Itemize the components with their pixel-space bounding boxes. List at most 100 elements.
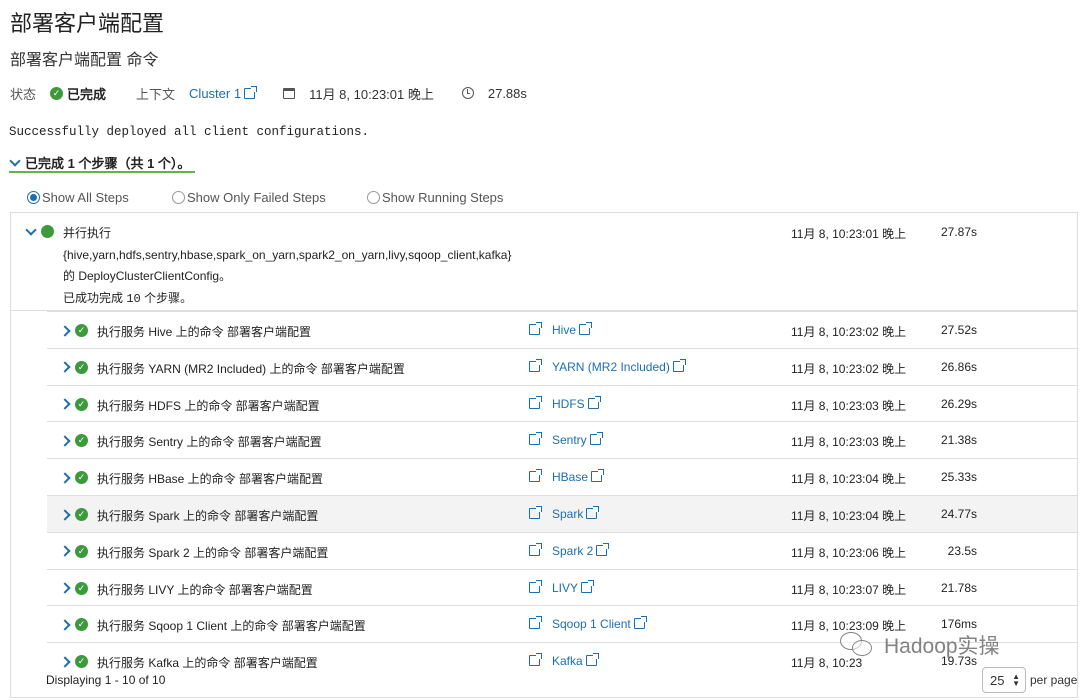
chevron-right-icon[interactable] (59, 324, 71, 337)
external-link-icon (579, 322, 593, 335)
step-description: 执行服务 YARN (MR2 Included) 上的命令 部署客户端配置 (97, 361, 405, 376)
service-link[interactable]: Sqoop 1 Client (552, 616, 647, 631)
external-link-icon (591, 469, 605, 483)
check-circle-icon: ✓ (75, 508, 88, 521)
external-link-icon[interactable] (529, 322, 542, 335)
chevron-right-icon[interactable] (59, 508, 71, 521)
check-circle-icon: ✓ (75, 397, 88, 411)
external-link-icon[interactable] (529, 579, 542, 593)
child-step-row: ✓ 执行服务 HDFS 上的命令 部署客户端配置 HDFS 11月 8, 10:23:… (47, 384, 1077, 422)
parent-step-row: 并行执行 {hive,yarn,hdfs,sentry,hbase,spark_… (11, 213, 1077, 311)
context-link[interactable]: Cluster 1 (189, 85, 258, 101)
child-step-row: ✓ 执行服务 HBase 上的命令 部署客户端配置 HBase 11月 8, 10:2… (47, 458, 1077, 495)
child-step-row: ✓ 执行服务 LIVY 上的命令 部署客户端配置 LIVY 11月 8, 10:23:… (47, 568, 1077, 606)
external-link-icon[interactable] (529, 616, 542, 630)
check-circle-icon: ✓ (75, 471, 88, 485)
radio-unselected[interactable] (367, 191, 380, 204)
step-duration: 21.38s (940, 433, 977, 448)
external-link-icon[interactable] (529, 395, 542, 409)
service-link[interactable]: Spark (552, 506, 600, 521)
page-subtitle: 部署客户端配置 命令 (10, 52, 159, 69)
check-circle-icon: ✓ (75, 655, 88, 669)
chevron-right-icon[interactable] (59, 398, 71, 410)
child-step-row: ✓ 执行服务 YARN (MR2 Included) 上的命令 部署客户端配置 YA… (47, 347, 1077, 385)
watermark: Hadoop实操 (838, 630, 1000, 660)
chevron-right-icon[interactable] (59, 435, 71, 447)
parent-step-description: 并行执行 {hive,yarn,hdfs,sentry,hbase,spark_… (63, 226, 512, 307)
check-circle-icon: ✓ (75, 581, 88, 595)
chevron-right-icon[interactable] (59, 656, 71, 668)
service-link[interactable]: HBase (552, 469, 605, 484)
filter-all-steps[interactable]: Show All Steps (27, 190, 129, 205)
step-duration: 24.77s (940, 507, 977, 521)
step-description: 执行服务 Spark 2 上的命令 部署客户端配置 (97, 545, 329, 560)
check-circle-icon (41, 225, 54, 238)
service-link[interactable]: HDFS (552, 395, 601, 411)
chevron-right-icon[interactable] (59, 472, 71, 484)
external-link-icon (587, 395, 601, 409)
step-time: 11月 8, 10:23:06 晚上 (791, 545, 907, 560)
per-page-label: per page (1030, 673, 1078, 687)
chevron-right-icon[interactable] (59, 545, 71, 557)
external-link-icon (589, 432, 603, 446)
external-link-icon[interactable] (529, 432, 542, 446)
radio-unselected[interactable] (172, 191, 185, 204)
step-duration: 23.5s (947, 543, 977, 558)
step-time: 11月 8, 10:23:07 晚上 (791, 582, 907, 597)
filter-running-steps[interactable]: Show Running Steps (367, 190, 503, 205)
radio-selected[interactable] (27, 191, 40, 204)
steps-summary-toggle[interactable]: 已完成 1 个步骤（共 1 个）。 (9, 153, 190, 172)
chevron-down-icon (9, 154, 21, 167)
parent-step-time: 11月 8, 10:23:01 晚上 (791, 227, 907, 241)
chevron-down-icon[interactable] (25, 223, 37, 236)
external-link-icon (585, 653, 599, 667)
child-step-row: ✓ 执行服务 Spark 2 上的命令 部署客户端配置 Spark 2 11月 8, … (47, 531, 1077, 569)
step-description: 执行服务 HDFS 上的命令 部署客户端配置 (97, 398, 320, 413)
page-size-select[interactable]: 25 ▲ ▼ (982, 667, 1026, 693)
service-link[interactable]: Spark 2 (552, 542, 610, 558)
step-time: 11月 8, 10:23:03 晚上 (791, 435, 907, 450)
service-link[interactable]: LIVY (552, 579, 595, 595)
external-link-icon[interactable] (529, 653, 542, 667)
external-link-icon (581, 579, 595, 593)
step-duration: 27.52s (940, 323, 977, 337)
child-step-row: ✓ 执行服务 Sentry 上的命令 部署客户端配置 Sentry 11月 8, 10… (47, 421, 1077, 458)
step-time: 11月 8, 10:23:02 晚上 (791, 325, 907, 339)
child-step-row: ✓ 执行服务 Spark 上的命令 部署客户端配置 Spark 11月 8, 10:2… (47, 495, 1077, 532)
status-value: 已完成 (67, 86, 107, 102)
step-description: 执行服务 HBase 上的命令 部署客户端配置 (97, 472, 324, 487)
external-link-icon[interactable] (529, 542, 542, 556)
step-time: 11月 8, 10:23:03 晚上 (791, 398, 907, 413)
external-link-icon (244, 85, 258, 99)
external-link-icon (596, 542, 610, 556)
chevron-right-icon[interactable] (59, 361, 71, 373)
select-arrows-icon: ▲ ▼ (1012, 672, 1020, 688)
step-duration: 26.29s (940, 396, 977, 411)
external-link-icon[interactable] (529, 469, 542, 483)
service-link[interactable]: Sentry (552, 432, 603, 447)
result-message: Successfully deployed all client configu… (9, 125, 370, 139)
check-circle-icon: ✓ (75, 434, 88, 448)
external-link-icon[interactable] (529, 358, 542, 372)
step-duration: 26.86s (940, 359, 977, 374)
service-link[interactable]: YARN (MR2 Included) (552, 358, 686, 374)
pagination-info: Displaying 1 - 10 of 10 (46, 673, 166, 687)
step-description: 执行服务 Sqoop 1 Client 上的命令 部署客户端配置 (97, 619, 366, 634)
step-time: 11月 8, 10:23:04 晚上 (791, 472, 907, 487)
chevron-right-icon[interactable] (59, 619, 71, 631)
calendar-icon (283, 87, 296, 99)
child-step-row: ✓ 执行服务 Hive 上的命令 部署客户端配置 Hive 11月 8, 10:23:… (47, 311, 1077, 348)
pager: 25 ▲ ▼ per page (982, 667, 1077, 693)
check-circle-icon: ✓ (75, 618, 88, 632)
filter-failed-steps[interactable]: Show Only Failed Steps (172, 190, 326, 205)
status-row: 状态 ✓ 已完成 上下文 Cluster 1 11月 8, 10:23:01 晚… (10, 84, 527, 102)
status-label: 状态 (10, 86, 37, 102)
steps-table: 并行执行 {hive,yarn,hdfs,sentry,hbase,spark_… (10, 212, 1078, 698)
step-duration: 21.78s (940, 580, 977, 595)
service-link[interactable]: Kafka (552, 653, 599, 668)
chevron-right-icon[interactable] (59, 582, 71, 594)
external-link-icon (633, 616, 647, 630)
service-link[interactable]: Hive (552, 322, 593, 337)
external-link-icon[interactable] (529, 506, 542, 519)
external-link-icon (586, 506, 600, 519)
